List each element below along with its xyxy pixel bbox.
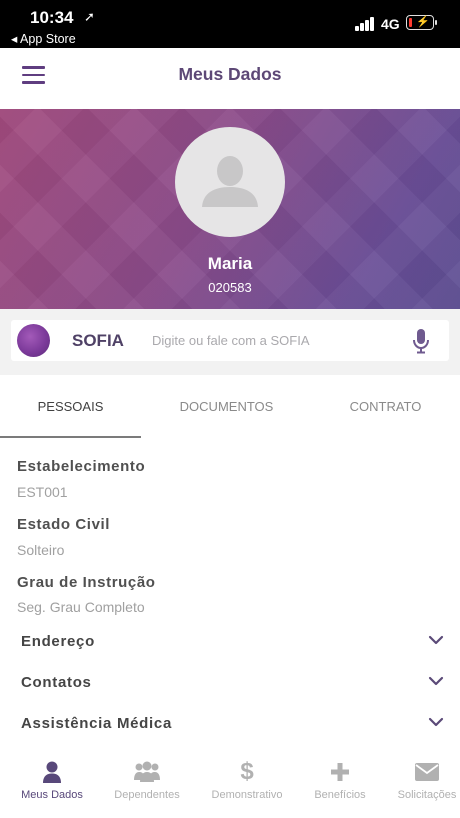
field-value-grau-instrucao: Seg. Grau Completo — [17, 599, 145, 615]
status-time: 10:34 — [30, 8, 74, 27]
nav-solicitacoes[interactable]: Solicitações — [392, 745, 460, 818]
back-to-app-store-link[interactable]: ◂ App Store — [11, 31, 76, 46]
person-icon — [14, 760, 90, 784]
group-icon — [108, 760, 186, 784]
section-endereco[interactable]: Endereço — [0, 623, 460, 663]
sofia-label: SOFIA — [72, 331, 124, 350]
tab-contrato[interactable]: CONTRATO — [315, 375, 456, 438]
profile-banner: Maria 020583 — [0, 109, 460, 309]
nav-label: Demonstrativo — [211, 789, 283, 801]
person-placeholder-icon — [202, 156, 258, 207]
profile-name: Maria — [207, 254, 253, 273]
cellular-signal-icon — [355, 17, 375, 31]
chevron-down-icon — [428, 676, 444, 686]
bottom-navigation: Meus Dados Dependentes $ Demonstrativo B… — [0, 745, 460, 818]
nav-label: Dependentes — [114, 789, 180, 801]
chevron-down-icon — [428, 635, 444, 645]
microphone-icon[interactable] — [411, 328, 431, 354]
tab-pessoais[interactable]: PESSOAIS — [0, 375, 141, 438]
nav-label: Solicitações — [397, 789, 457, 801]
section-label: Endereço — [21, 633, 95, 650]
battery-icon: ⚡ — [406, 15, 437, 30]
sofia-input[interactable] — [152, 326, 407, 355]
tab-documentos[interactable]: DOCUMENTOS — [156, 375, 297, 438]
charging-bolt-icon: ⚡ — [416, 16, 430, 28]
nav-beneficios[interactable]: Benefícios — [303, 745, 377, 818]
field-label-estabelecimento: Estabelecimento — [17, 458, 146, 475]
section-label: Assistência Médica — [21, 715, 172, 732]
field-value-estabelecimento: EST001 — [17, 484, 68, 500]
plus-icon — [303, 760, 377, 784]
section-contatos[interactable]: Contatos — [0, 664, 460, 704]
field-value-estado-civil: Solteiro — [17, 542, 65, 558]
dollar-icon: $ — [240, 758, 254, 785]
section-label: Contatos — [21, 674, 92, 691]
nav-meus-dados[interactable]: Meus Dados — [14, 745, 90, 818]
profile-id: 020583 — [208, 280, 252, 295]
network-type: 4G — [381, 16, 400, 32]
chevron-down-icon — [428, 717, 444, 727]
status-bar: 10:34 ➚ ◂ App Store 4G ⚡ — [0, 0, 460, 48]
app-header: Meus Dados — [0, 48, 460, 109]
sofia-assistant-section: SOFIA — [0, 309, 460, 375]
avatar[interactable] — [175, 127, 285, 237]
nav-dependentes[interactable]: Dependentes — [108, 745, 186, 818]
envelope-icon — [392, 760, 460, 784]
nav-label: Benefícios — [314, 789, 366, 801]
sofia-assistant-bar: SOFIA — [11, 320, 449, 361]
nav-label: Meus Dados — [21, 789, 83, 801]
location-arrow-icon: ➚ — [84, 9, 95, 24]
section-assistencia-medica[interactable]: Assistência Médica — [0, 705, 460, 745]
sofia-orb-icon — [17, 324, 50, 357]
field-label-estado-civil: Estado Civil — [17, 516, 111, 533]
battery-level-fill — [408, 17, 412, 27]
tab-bar: PESSOAIS DOCUMENTOS CONTRATO — [0, 375, 460, 438]
field-label-grau-instrucao: Grau de Instrução — [17, 574, 156, 591]
nav-demonstrativo[interactable]: $ Demonstrativo — [208, 745, 286, 818]
page-title: Meus Dados — [178, 64, 282, 84]
